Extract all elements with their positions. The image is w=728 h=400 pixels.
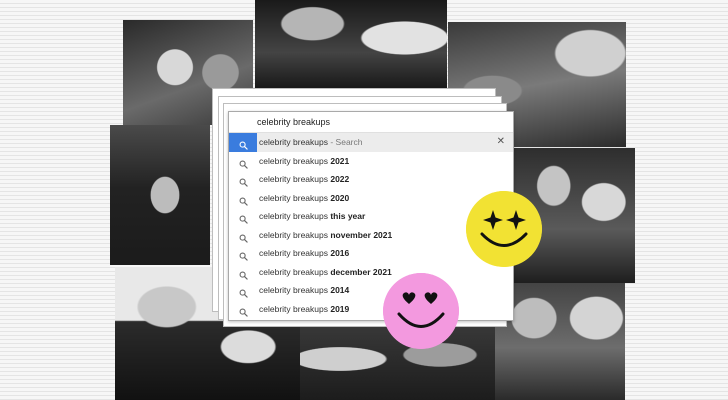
search-icon: [239, 194, 248, 206]
suggestion-completion: 2021: [330, 155, 350, 166]
photo-men-bottom-right: [495, 283, 625, 400]
search-icon: [239, 175, 248, 187]
suggestion-row[interactable]: celebrity breakups 2019: [229, 300, 513, 319]
suggestion-text: celebrity breakups 2014: [259, 281, 349, 300]
suggestion-text: celebrity breakups this year: [259, 207, 365, 226]
search-icon: [239, 305, 248, 317]
suggestion-base: celebrity breakups: [259, 137, 328, 147]
suggestion-text: celebrity breakups 2022: [259, 170, 349, 189]
suggestion-text: celebrity breakups 2016: [259, 244, 349, 263]
search-icon: [239, 249, 248, 261]
suggestion-row[interactable]: celebrity breakups - Search ✕: [229, 133, 513, 152]
suggestion-row[interactable]: celebrity breakups 2021: [229, 152, 513, 171]
suggestion-base: celebrity breakups: [259, 285, 331, 295]
suggestion-completion: december 2021: [330, 266, 392, 277]
suggestion-base: celebrity breakups: [259, 192, 331, 203]
suggestion-base: celebrity breakups: [259, 155, 331, 166]
photo-couple-top-center: [255, 0, 447, 95]
suggestion-row[interactable]: celebrity breakups 2022: [229, 170, 513, 189]
suggestion-text: celebrity breakups 2020: [259, 189, 349, 208]
suggestion-hint: - Search: [330, 137, 363, 147]
suggestion-completion: 2020: [330, 192, 350, 203]
search-box: [229, 112, 513, 133]
search-input[interactable]: [257, 115, 497, 129]
suggestion-row[interactable]: celebrity breakups december 2021: [229, 263, 513, 282]
search-icon: [239, 157, 248, 169]
search-icon: [239, 138, 248, 150]
suggestion-row[interactable]: celebrity breakups 2020: [229, 189, 513, 208]
suggestion-base: celebrity breakups: [259, 229, 331, 240]
search-icon: [239, 268, 248, 280]
suggestion-completion: 2022: [330, 174, 350, 184]
close-icon[interactable]: ✕: [497, 133, 505, 152]
suggestion-base: celebrity breakups: [259, 266, 331, 277]
search-icon: [239, 286, 248, 298]
star-eyes-smiley-icon: [466, 191, 542, 267]
suggestion-base: celebrity breakups: [259, 303, 331, 314]
suggestion-text: celebrity breakups november 2021: [259, 226, 392, 245]
suggestion-completion: 2014: [330, 285, 350, 295]
suggestion-text: celebrity breakups - Search: [259, 133, 362, 152]
suggestion-text: celebrity breakups 2021: [259, 152, 349, 171]
suggestion-base: celebrity breakups: [259, 211, 331, 221]
suggestion-completion: 2019: [330, 303, 350, 314]
suggestion-base: celebrity breakups: [259, 174, 331, 184]
suggestion-completion: this year: [330, 211, 366, 221]
suggestion-completion: november 2021: [330, 229, 393, 240]
suggestion-text: celebrity breakups 2019: [259, 300, 349, 319]
suggestion-row[interactable]: celebrity breakups 2014: [229, 281, 513, 300]
search-icon: [239, 231, 248, 243]
search-icon: [239, 212, 248, 224]
suggestion-base: celebrity breakups: [259, 248, 331, 258]
photo-woman-left: [110, 125, 210, 265]
suggestion-text: celebrity breakups december 2021: [259, 263, 392, 282]
heart-eyes-smiley-icon: [383, 273, 459, 349]
suggestion-completion: 2016: [330, 248, 350, 258]
